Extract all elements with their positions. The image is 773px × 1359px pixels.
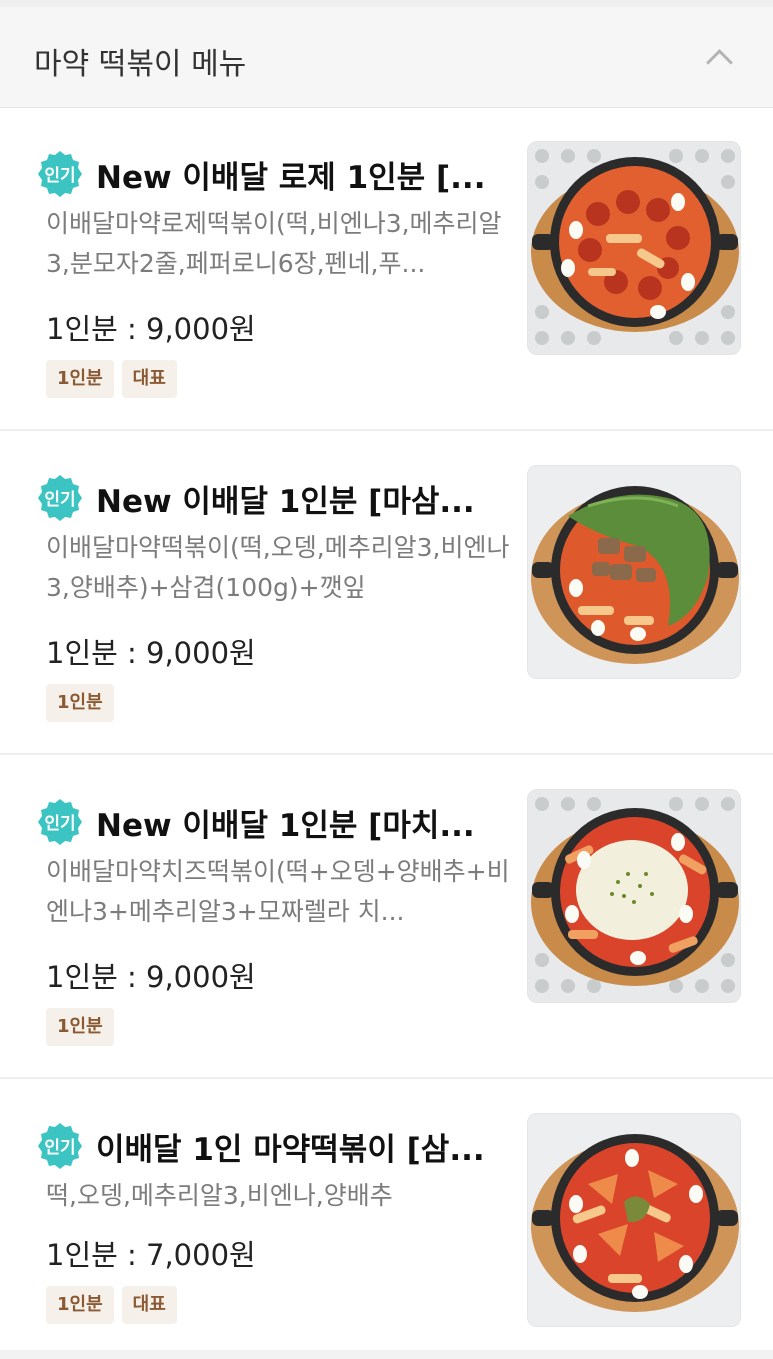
item-price: 1인분 : 7,000원 — [46, 1238, 256, 1272]
cheese-tteokbokki-photo[interactable] — [527, 789, 741, 1003]
item-divider — [0, 429, 773, 431]
menu-section-header[interactable]: 마약 떡볶이 메뉴 — [0, 7, 773, 108]
bottom-strip — [0, 1350, 773, 1359]
item-price: 1인분 : 9,000원 — [46, 312, 256, 346]
tag-1인분: 1인분 — [46, 1286, 114, 1324]
section-title: 마약 떡볶이 메뉴 — [34, 47, 247, 82]
menu-item[interactable]: 인기 New 이배달 1인분 [마치... 이배달마약치즈떡볶이(떡+오뎅+양배… — [0, 756, 773, 1079]
tag-1인분: 1인분 — [46, 1008, 114, 1046]
menu-item[interactable]: 인기 New 이배달 1인분 [마삼... 이배달마약떡볶이(떡,오뎅,메추리알… — [0, 432, 773, 755]
top-strip — [0, 0, 773, 7]
chevron-up-icon[interactable] — [707, 47, 729, 69]
popular-badge-label: 인기 — [44, 166, 75, 186]
item-divider — [0, 1077, 773, 1079]
popular-badge-label: 인기 — [44, 814, 75, 834]
item-price: 1인분 : 9,000원 — [46, 960, 256, 994]
rose-tteokbokki-photo[interactable] — [527, 141, 741, 355]
popular-badge-label: 인기 — [44, 490, 75, 510]
popular-badge-icon: 인기 — [34, 1120, 86, 1172]
menu-item[interactable]: 인기 이배달 1인 마약떡볶이 [삼... 떡,오뎅,메추리알3,비엔나,양배추… — [0, 1080, 773, 1350]
item-divider — [0, 753, 773, 755]
popular-badge-icon: 인기 — [34, 148, 86, 200]
tag-대표: 대표 — [121, 1286, 177, 1324]
item-title: New 이배달 1인분 [마삼... — [96, 484, 475, 520]
classic-tteokbokki-photo[interactable] — [527, 1113, 741, 1327]
tag-1인분: 1인분 — [46, 360, 114, 398]
popular-badge-icon: 인기 — [34, 796, 86, 848]
item-title: New 이배달 1인분 [마치... — [96, 808, 475, 844]
item-price: 1인분 : 9,000원 — [46, 636, 256, 670]
popular-badge-label: 인기 — [44, 1138, 75, 1158]
menu-item[interactable]: 인기 New 이배달 로제 1인분 [... 이배달마약로제떡볶이(떡,비엔나3… — [0, 108, 773, 431]
popular-badge-icon: 인기 — [34, 472, 86, 524]
item-title: New 이배달 로제 1인분 [... — [96, 160, 486, 196]
tag-1인분: 1인분 — [46, 684, 114, 722]
item-title: 이배달 1인 마약떡볶이 [삼... — [96, 1132, 485, 1168]
pork-belly-tteokbokki-photo[interactable] — [527, 465, 741, 679]
item-description: 이배달마약로제떡볶이(떡,비엔나3,메추리알3,분모자2줄,페퍼로니6장,펜네,… — [46, 209, 502, 278]
item-description: 떡,오뎅,메추리알3,비엔나,양배추 — [46, 1181, 393, 1210]
item-description: 이배달마약치즈떡볶이(떡+오뎅+양배추+비엔나3+메추리알3+모짜렐라 치... — [46, 857, 510, 926]
item-description: 이배달마약떡볶이(떡,오뎅,메추리알3,비엔나3,양배추)+삼겹(100g)+깻… — [46, 533, 510, 602]
tag-대표: 대표 — [121, 360, 177, 398]
